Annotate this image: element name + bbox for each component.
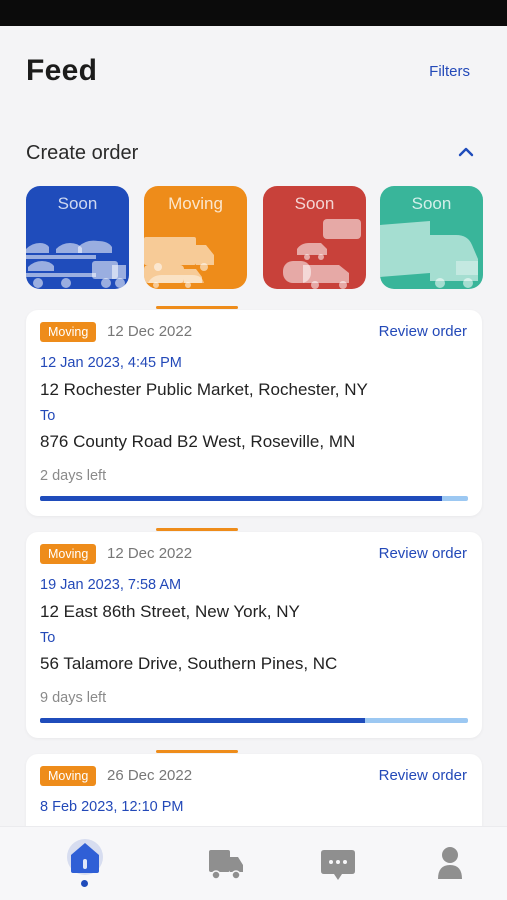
order-card[interactable]: Moving 12 Dec 2022 Review order 19 Jan 2… bbox=[26, 528, 482, 740]
progress-bar bbox=[40, 718, 468, 723]
order-card[interactable]: Moving 12 Dec 2022 Review order 12 Jan 2… bbox=[26, 306, 482, 518]
semi-truck-icon bbox=[380, 221, 478, 288]
from-address: 12 Rochester Public Market, Rochester, N… bbox=[40, 380, 368, 399]
to-label: To bbox=[40, 408, 56, 424]
filters-button[interactable]: Filters bbox=[429, 63, 470, 80]
card-tab-indicator bbox=[156, 750, 238, 753]
order-date: 26 Dec 2022 bbox=[107, 767, 193, 784]
category-rv-trailer[interactable]: Soon bbox=[263, 186, 366, 289]
order-card-body: Moving 12 Dec 2022 Review order 19 Jan 2… bbox=[26, 532, 482, 738]
days-left: 9 days left bbox=[40, 690, 107, 706]
status-badge: Moving bbox=[40, 322, 97, 342]
header: Feed Filters bbox=[0, 26, 507, 126]
moving-van-icon bbox=[144, 237, 214, 288]
card-tab-indicator bbox=[156, 306, 238, 309]
order-card[interactable]: Moving 26 Dec 2022 Review order 8 Feb 20… bbox=[26, 750, 482, 834]
review-order-button[interactable]: Review order bbox=[379, 767, 467, 784]
pickup-time: 8 Feb 2023, 12:10 PM bbox=[40, 799, 184, 815]
truck-icon bbox=[209, 850, 243, 880]
to-address: 56 Talamore Drive, Southern Pines, NC bbox=[40, 654, 338, 673]
home-icon bbox=[67, 839, 103, 875]
status-badge: Moving bbox=[40, 544, 97, 564]
nav-orders[interactable] bbox=[196, 827, 256, 900]
status-badge: Moving bbox=[40, 766, 97, 786]
pickup-time: 12 Jan 2023, 4:45 PM bbox=[40, 355, 182, 371]
from-address: 12 East 86th Street, New York, NY bbox=[40, 602, 300, 621]
rv-trailer-icon bbox=[283, 219, 361, 289]
status-bar bbox=[0, 0, 507, 26]
review-order-button[interactable]: Review order bbox=[379, 323, 467, 340]
to-label: To bbox=[40, 630, 56, 646]
category-semi-truck[interactable]: Soon bbox=[380, 186, 483, 289]
category-moving[interactable]: Moving bbox=[144, 186, 247, 289]
nav-home[interactable] bbox=[55, 827, 115, 900]
order-card-body: Moving 26 Dec 2022 Review order 8 Feb 20… bbox=[26, 754, 482, 834]
profile-icon bbox=[438, 847, 462, 879]
days-left: 2 days left bbox=[40, 468, 107, 484]
to-address: 876 County Road B2 West, Roseville, MN bbox=[40, 432, 356, 451]
nav-profile[interactable] bbox=[420, 827, 480, 900]
order-card-body: Moving 12 Dec 2022 Review order 12 Jan 2… bbox=[26, 310, 482, 516]
bottom-nav bbox=[0, 826, 507, 900]
chat-icon bbox=[321, 850, 355, 880]
active-indicator-dot bbox=[81, 880, 88, 887]
category-car-carrier[interactable]: Soon bbox=[26, 186, 129, 289]
car-carrier-icon bbox=[26, 240, 126, 288]
create-order-section: Create order bbox=[26, 140, 481, 168]
progress-bar bbox=[40, 496, 468, 501]
chevron-up-icon[interactable] bbox=[457, 143, 475, 161]
card-tab-indicator bbox=[156, 528, 238, 531]
order-date: 12 Dec 2022 bbox=[107, 545, 193, 562]
progress-fill bbox=[40, 718, 366, 723]
review-order-button[interactable]: Review order bbox=[379, 545, 467, 562]
progress-fill bbox=[40, 496, 443, 501]
nav-messages[interactable] bbox=[308, 827, 368, 900]
page-title: Feed bbox=[26, 54, 98, 87]
order-date: 12 Dec 2022 bbox=[107, 323, 193, 340]
create-order-title: Create order bbox=[26, 142, 139, 164]
pickup-time: 19 Jan 2023, 7:58 AM bbox=[40, 577, 182, 593]
